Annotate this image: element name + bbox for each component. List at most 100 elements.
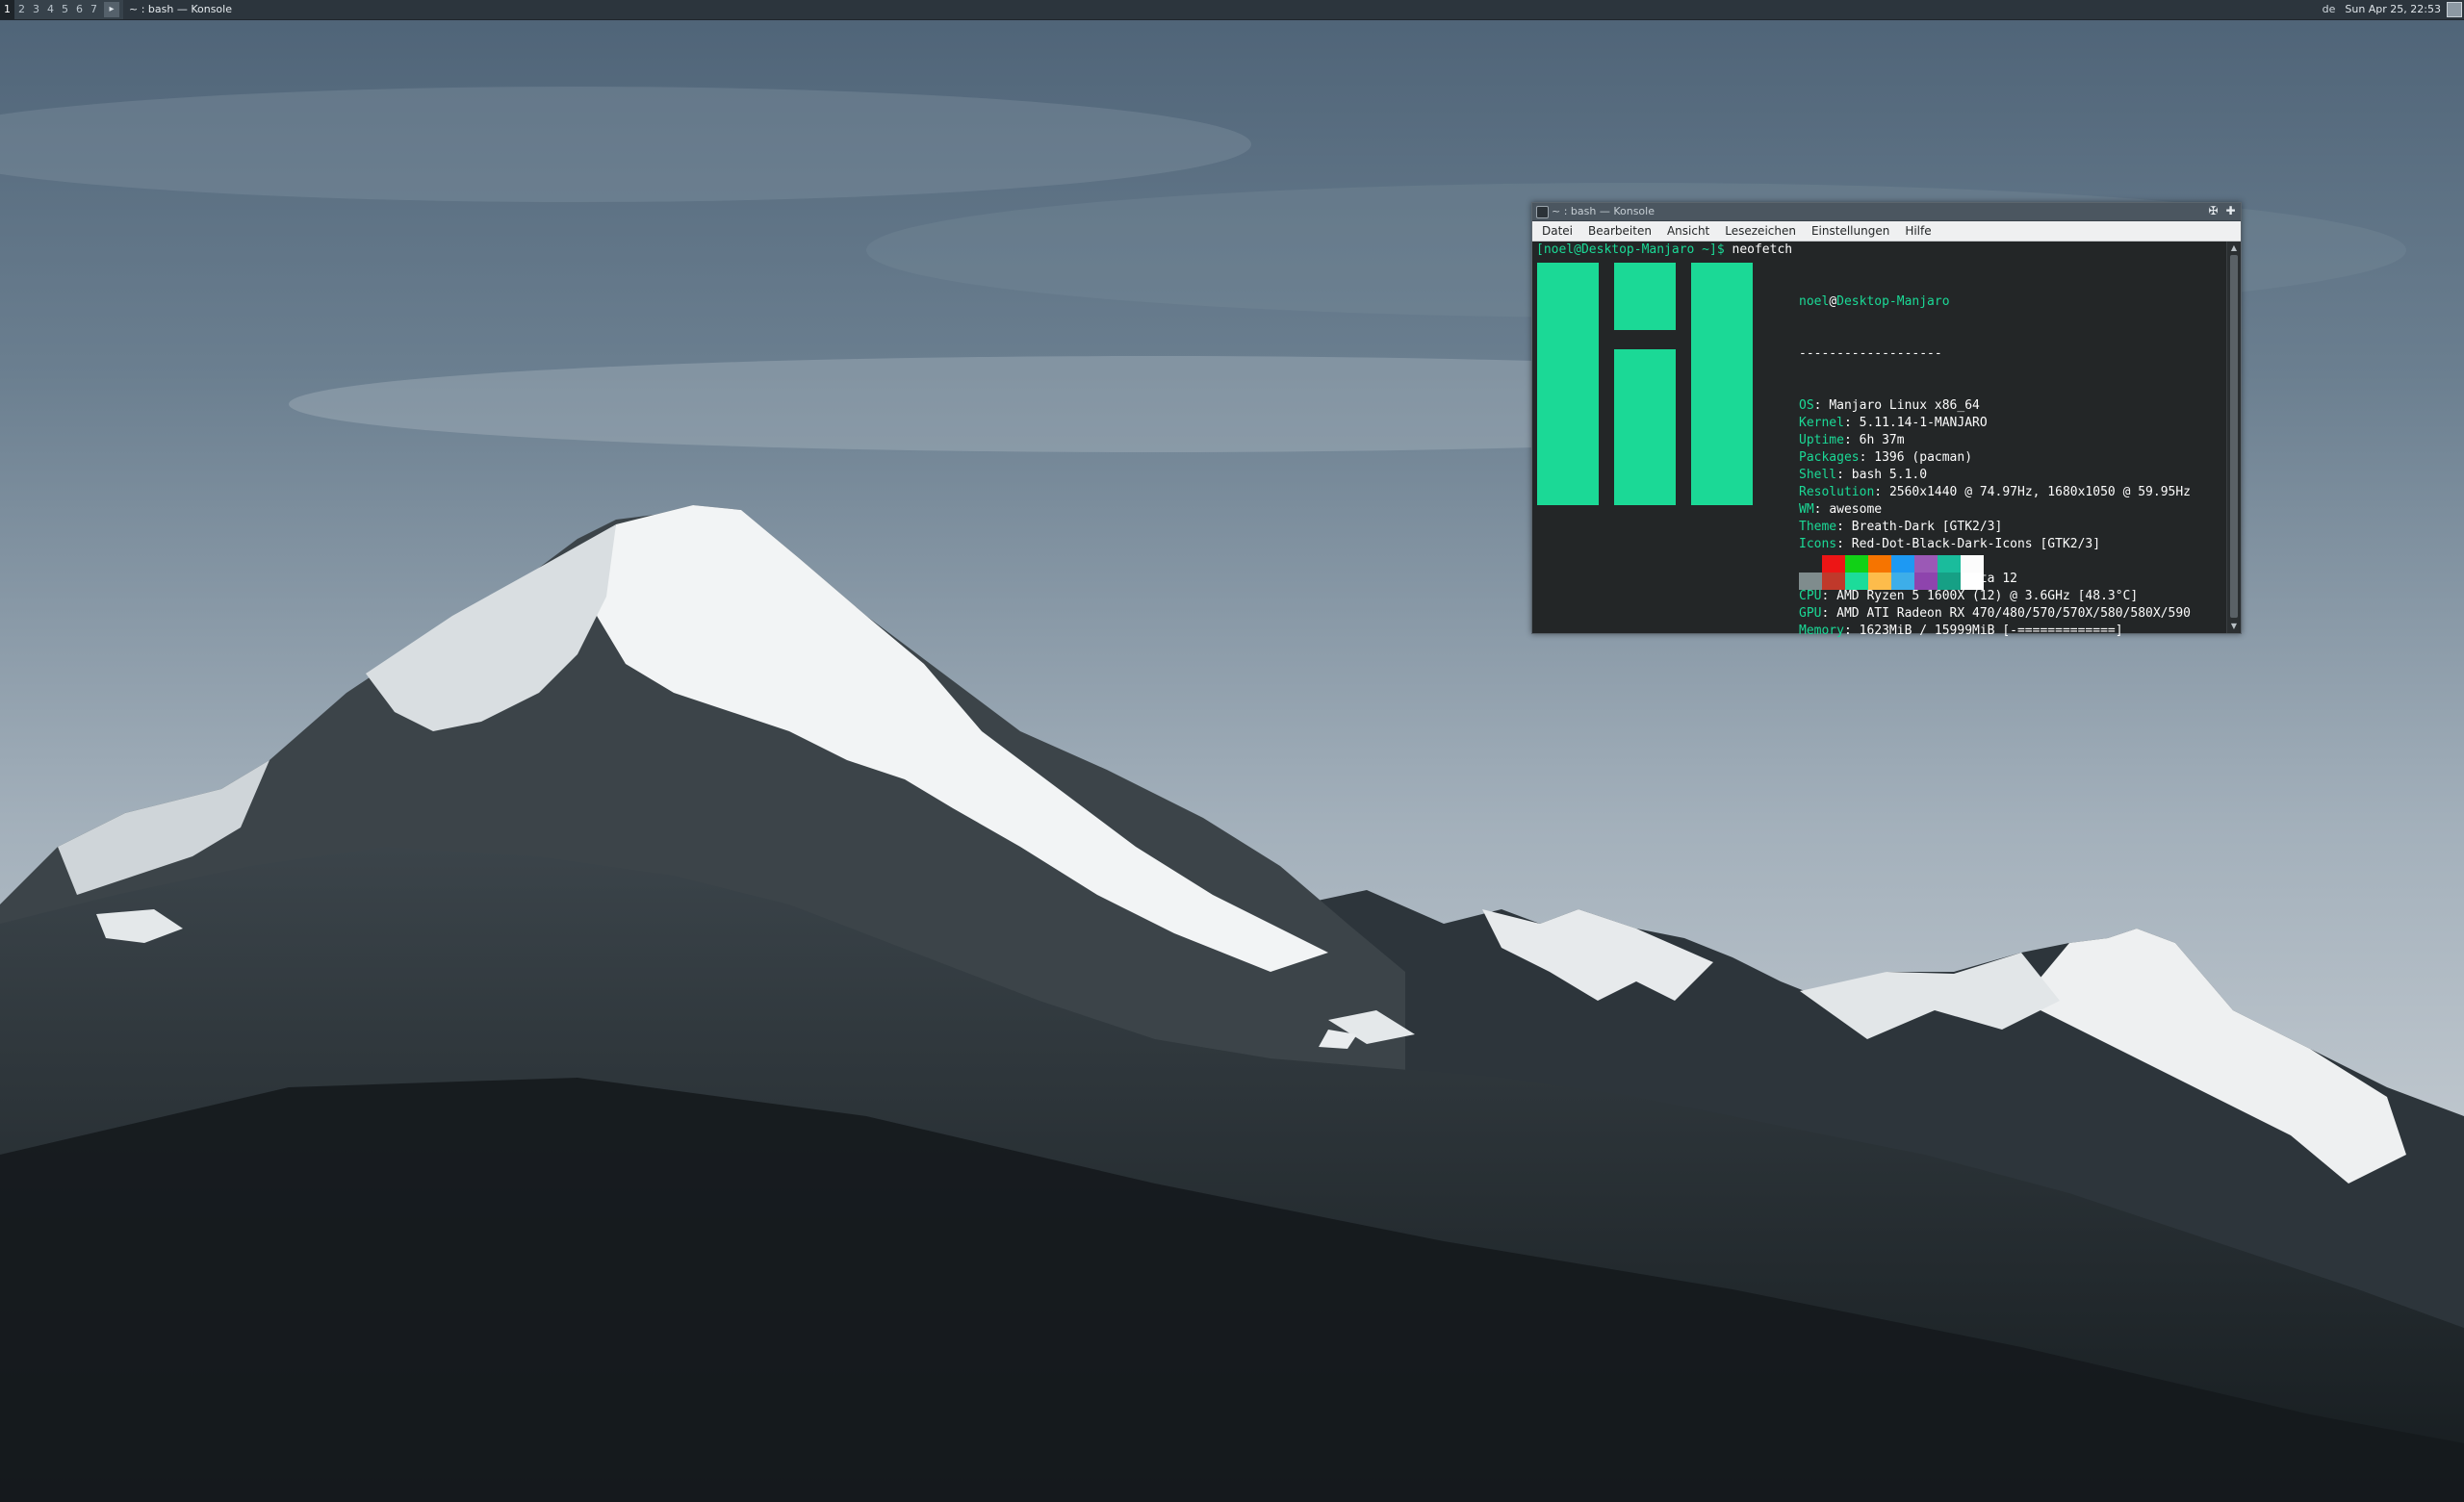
window-title: ~ : bash — Konsole — [1552, 205, 1655, 217]
info-value: awesome — [1829, 502, 1883, 517]
info-row: Memory: 1623MiB / 15999MiB [-===========… — [1799, 623, 2191, 640]
neofetch-info: noel@Desktop-Manjaro -------------------… — [1799, 259, 2191, 675]
palette-swatch-top — [1845, 555, 1868, 573]
clock[interactable]: Sun Apr 25, 22:53 — [2345, 0, 2441, 19]
menu-datei[interactable]: Datei — [1534, 221, 1580, 241]
maximize-icon[interactable]: ✚ — [2223, 204, 2238, 218]
info-colon: : — [1859, 450, 1875, 465]
menu-einstellungen[interactable]: Einstellungen — [1804, 221, 1897, 241]
titlebar-buttons: ✠ ✚ — [2203, 204, 2238, 218]
info-colon: : — [1821, 606, 1837, 621]
info-row: Icons: Red-Dot-Black-Dark-Icons [GTK2/3] — [1799, 536, 2191, 553]
info-label: CPU — [1799, 589, 1822, 603]
palette-swatch-bottom — [1822, 573, 1845, 590]
info-label: Icons — [1799, 537, 1837, 551]
tag-3[interactable]: 3 — [29, 0, 43, 19]
palette-swatch-bottom — [1799, 573, 1822, 590]
separator: ------------------- — [1799, 346, 1942, 361]
info-label: Uptime — [1799, 433, 1844, 447]
info-colon: : — [1813, 502, 1830, 517]
info-value: Red-Dot-Black-Dark-Icons [GTK2/3] — [1851, 537, 2101, 551]
info-colon: : — [1843, 433, 1860, 447]
info-value: bash 5.1.0 — [1851, 468, 1928, 482]
info-colon: : — [1813, 398, 1830, 413]
info-colon: : — [1874, 485, 1889, 499]
system-tray: de Sun Apr 25, 22:53 — [2316, 0, 2464, 19]
move-icon[interactable]: ✠ — [2206, 204, 2220, 218]
scroll-down-icon[interactable]: ▼ — [2229, 622, 2239, 631]
user: noel — [1799, 294, 1830, 309]
info-colon: : — [1843, 416, 1860, 430]
info-row: CPU: AMD Ryzen 5 1600X (12) @ 3.6GHz [48… — [1799, 588, 2191, 605]
info-value: 1623MiB / 15999MiB [-=============] — [1859, 624, 2123, 638]
tasklist-item[interactable]: ~ : bash — Konsole — [123, 0, 2333, 19]
host: Desktop-Manjaro — [1836, 294, 1950, 309]
layout-indicator-icon[interactable] — [2447, 2, 2462, 17]
menu-lesezeichen[interactable]: Lesezeichen — [1717, 221, 1804, 241]
info-colon: : — [1836, 520, 1852, 534]
keyboard-layout[interactable]: de — [2323, 0, 2336, 19]
info-label: Shell — [1799, 468, 1837, 482]
scrollbar-thumb[interactable] — [2230, 255, 2238, 618]
palette-swatch-bottom — [1914, 573, 1938, 590]
menu-hilfe[interactable]: Hilfe — [1897, 221, 1938, 241]
terminal-area[interactable]: [noel@Desktop-Manjaro ~]$ neofetch noel@… — [1532, 242, 2225, 638]
info-value: AMD Ryzen 5 1600X (12) @ 3.6GHz [48.3°C] — [1836, 589, 2139, 603]
info-value: AMD ATI Radeon RX 470/480/570/570X/580/5… — [1836, 606, 2191, 621]
info-value: 1396 (pacman) — [1874, 450, 1973, 465]
info-rows: OS: Manjaro Linux x86_64 Kernel: 5.11.14-… — [1799, 397, 2191, 640]
prompt-line: [noel@Desktop-Manjaro ~]$ neofetch — [1536, 242, 1792, 259]
scrollbar[interactable]: ▲ ▼ — [2226, 242, 2241, 633]
top-panel: 1 2 3 4 5 6 7 ▸ ~ : bash — Konsole de Su… — [0, 0, 2464, 20]
prompt: [noel@Desktop-Manjaro ~]$ — [1536, 242, 1725, 257]
info-colon: : — [1843, 624, 1860, 638]
tag-4[interactable]: 4 — [43, 0, 58, 19]
tile-layout-icon[interactable]: ▸ — [104, 2, 119, 17]
at-sign: @ — [1829, 294, 1837, 309]
info-colon: : — [1836, 468, 1852, 482]
info-label: Theme — [1799, 520, 1837, 534]
info-label: Resolution — [1799, 485, 1875, 499]
info-colon: : — [1836, 537, 1852, 551]
info-value: 6h 37m — [1859, 433, 1905, 447]
palette-swatch-top — [1868, 555, 1891, 573]
manjaro-logo-icon — [1537, 263, 1753, 505]
palette-swatch-bottom — [1961, 573, 1984, 590]
info-row: Packages: 1396 (pacman) — [1799, 449, 2191, 467]
konsole-app-icon — [1536, 206, 1549, 218]
info-colon: : — [1821, 589, 1837, 603]
palette-swatch-bottom — [1938, 573, 1961, 590]
info-row: WM: awesome — [1799, 501, 2191, 519]
color-palette — [1799, 555, 1984, 590]
tag-1[interactable]: 1 — [0, 0, 14, 19]
info-row: Uptime: 6h 37m — [1799, 432, 2191, 449]
info-row: Kernel: 5.11.14-1-MANJARO — [1799, 415, 2191, 432]
info-label: OS — [1799, 398, 1814, 413]
palette-swatch-top — [1822, 555, 1845, 573]
window-titlebar[interactable]: ~ : bash — Konsole ✠ ✚ — [1532, 203, 2241, 221]
tag-5[interactable]: 5 — [58, 0, 72, 19]
konsole-window[interactable]: ~ : bash — Konsole ✠ ✚ Datei Bearbeiten … — [1531, 202, 2242, 638]
info-label: WM — [1799, 502, 1814, 517]
command: neofetch — [1732, 242, 1793, 257]
info-value: 5.11.14-1-MANJARO — [1859, 416, 1988, 430]
info-label: Memory — [1799, 624, 1844, 638]
palette-swatch-top — [1961, 555, 1984, 573]
info-label: Packages — [1799, 450, 1860, 465]
palette-swatch-top — [1891, 555, 1914, 573]
menu-ansicht[interactable]: Ansicht — [1659, 221, 1717, 241]
palette-swatch-top — [1799, 555, 1822, 573]
scroll-up-icon[interactable]: ▲ — [2229, 243, 2239, 253]
palette-swatch-bottom — [1891, 573, 1914, 590]
tag-7[interactable]: 7 — [87, 0, 101, 19]
tag-6[interactable]: 6 — [72, 0, 87, 19]
menu-bearbeiten[interactable]: Bearbeiten — [1580, 221, 1659, 241]
palette-swatch-top — [1938, 555, 1961, 573]
palette-swatch-bottom — [1868, 573, 1891, 590]
info-row: OS: Manjaro Linux x86_64 — [1799, 397, 2191, 415]
tag-2[interactable]: 2 — [14, 0, 29, 19]
tag-list: 1 2 3 4 5 6 7 — [0, 0, 101, 19]
info-row: Theme: Breath-Dark [GTK2/3] — [1799, 519, 2191, 536]
info-label: GPU — [1799, 606, 1822, 621]
info-value: Manjaro Linux x86_64 — [1829, 398, 1980, 413]
